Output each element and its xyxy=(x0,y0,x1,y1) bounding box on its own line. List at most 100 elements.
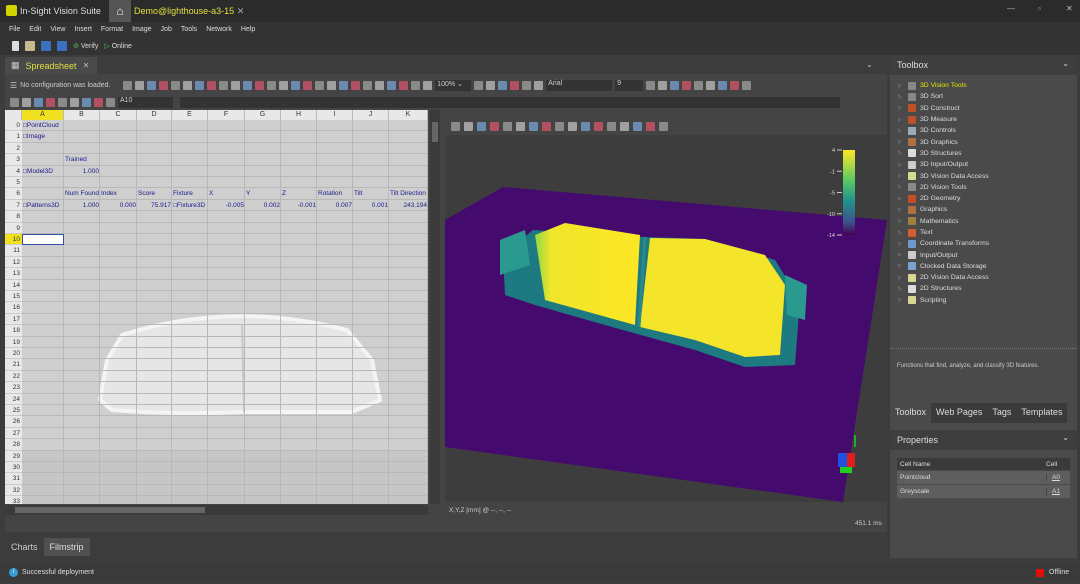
expand-icon[interactable]: ▷ xyxy=(898,162,904,168)
cell[interactable]: 0.007 xyxy=(317,200,353,211)
formula-input[interactable] xyxy=(180,97,840,108)
image-tool-icon[interactable] xyxy=(594,121,603,131)
format-tool-icon[interactable] xyxy=(522,81,532,90)
cell[interactable]: Tilt Direction xyxy=(389,188,428,199)
cell[interactable]: 1.000 xyxy=(64,166,100,177)
row-header[interactable]: 17 xyxy=(5,313,22,326)
expand-icon[interactable]: ▷ xyxy=(898,173,904,179)
edit-tool-icon[interactable] xyxy=(82,98,91,107)
row-header[interactable]: 29 xyxy=(5,450,22,462)
home-button[interactable]: ⌂ xyxy=(109,0,131,22)
save-as-icon[interactable] xyxy=(57,41,67,51)
row-header[interactable]: 24 xyxy=(5,393,22,405)
open-folder-icon[interactable] xyxy=(25,41,35,51)
cell[interactable]: 0.002 xyxy=(245,200,281,211)
image-tool-icon[interactable] xyxy=(529,121,538,131)
row-header[interactable]: 1 xyxy=(5,131,22,143)
style-tool-icon[interactable] xyxy=(706,81,716,90)
column-header-H[interactable]: H xyxy=(281,110,317,120)
toolbox-item[interactable]: ▷ 2D Geometry xyxy=(898,193,989,204)
column-header-D[interactable]: D xyxy=(137,110,172,120)
expand-icon[interactable]: ▷ xyxy=(898,83,904,89)
style-tool-icon[interactable] xyxy=(694,81,704,90)
expand-icon[interactable]: ▷ xyxy=(898,241,904,247)
minimize-button[interactable]: — xyxy=(1007,4,1015,13)
column-header-F[interactable]: F xyxy=(208,110,245,120)
toolbox-item[interactable]: ▷ Text xyxy=(898,227,989,238)
expand-icon[interactable]: ▷ xyxy=(898,207,904,213)
spreadsheet-tool-icon[interactable] xyxy=(159,81,169,90)
spreadsheet-tool-icon[interactable] xyxy=(315,81,325,90)
save-icon[interactable] xyxy=(41,41,51,51)
toolbox-item[interactable]: ▷ 3D Input/Output xyxy=(898,159,989,170)
spreadsheet-grid[interactable]: A B C D E F G H I J K 0 1 2 3 4 5 6 7 8 9 10 11 12 13 14 15 16 17 18 1… xyxy=(5,110,428,504)
image-tool-icon[interactable] xyxy=(659,121,668,131)
image-tool-icon[interactable] xyxy=(490,121,499,131)
column-header-B[interactable]: B xyxy=(64,110,100,120)
spreadsheet-tool-icon[interactable] xyxy=(339,81,349,90)
menu-file[interactable]: File xyxy=(9,26,20,33)
image-tool-icon[interactable] xyxy=(646,121,655,131)
spreadsheet-tool-icon[interactable] xyxy=(219,81,229,90)
tab-templates[interactable]: Templates xyxy=(1016,403,1068,423)
menu-network[interactable]: Network xyxy=(206,26,232,33)
cell[interactable]: 0.001 xyxy=(353,200,389,211)
cell-link[interactable]: A1 xyxy=(1046,488,1070,495)
cell[interactable]: -0.001 xyxy=(281,200,317,211)
style-tool-icon[interactable] xyxy=(742,81,752,90)
edit-tool-icon[interactable] xyxy=(10,98,19,107)
spreadsheet-tool-icon[interactable] xyxy=(195,81,205,90)
style-tool-icon[interactable] xyxy=(730,81,740,90)
menu-format[interactable]: Format xyxy=(101,26,123,33)
expand-icon[interactable]: ▷ xyxy=(898,297,904,303)
properties-row[interactable]: Greyscale A1 xyxy=(897,485,1070,498)
image-tool-icon[interactable] xyxy=(542,121,551,131)
tab-tags[interactable]: Tags xyxy=(987,403,1017,423)
toolbox-item[interactable]: ▷ 3D Vision Data Access xyxy=(898,170,989,181)
cell[interactable]: Y xyxy=(245,188,281,199)
cell[interactable]: 0.000 xyxy=(100,200,137,211)
expand-icon[interactable]: ▷ xyxy=(898,275,904,281)
image-tool-icon[interactable] xyxy=(620,121,629,131)
cell[interactable]: Fixture xyxy=(172,188,208,199)
row-header[interactable]: 15 xyxy=(5,291,22,303)
row-header[interactable]: 21 xyxy=(5,359,22,371)
column-header-J[interactable]: J xyxy=(353,110,389,120)
row-header[interactable]: 13 xyxy=(5,268,22,280)
spreadsheet-tool-icon[interactable] xyxy=(207,81,217,90)
expand-icon[interactable]: ▷ xyxy=(898,105,904,111)
row-header[interactable]: 19 xyxy=(5,336,22,348)
menu-view[interactable]: View xyxy=(50,26,65,33)
new-file-icon[interactable] xyxy=(12,41,19,51)
expand-icon[interactable]: ▷ xyxy=(898,196,904,202)
tab-web-pages[interactable]: Web Pages xyxy=(931,403,988,423)
cell[interactable]: -0.005 xyxy=(208,200,245,211)
3d-point-cloud-view[interactable]: 4 -1 -5 -10 -14 xyxy=(445,135,887,502)
column-header-A[interactable]: A xyxy=(22,110,64,120)
style-tool-icon[interactable] xyxy=(718,81,728,90)
menu-edit[interactable]: Edit xyxy=(29,26,41,33)
expand-icon[interactable]: ▷ xyxy=(898,218,904,224)
image-tool-icon[interactable] xyxy=(503,121,512,131)
spreadsheet-tool-icon[interactable] xyxy=(363,81,373,90)
cell[interactable]: Num Found xyxy=(64,188,100,199)
selected-cell[interactable] xyxy=(22,234,64,246)
row-header[interactable]: 0 xyxy=(5,120,22,132)
row-header[interactable]: 16 xyxy=(5,302,22,314)
edit-tool-icon[interactable] xyxy=(34,98,43,107)
row-header[interactable]: 20 xyxy=(5,348,22,360)
menu-insert[interactable]: Insert xyxy=(74,26,92,33)
cell[interactable]: Tilt xyxy=(353,188,389,199)
spreadsheet-tool-icon[interactable] xyxy=(267,81,277,90)
tab-charts[interactable]: Charts xyxy=(5,538,44,556)
spreadsheet-tool-icon[interactable] xyxy=(135,81,145,90)
image-tool-icon[interactable] xyxy=(516,121,525,131)
cell[interactable]: □Fixture3D xyxy=(172,200,208,211)
close-icon[interactable]: ✕ xyxy=(83,61,90,70)
spreadsheet-tool-icon[interactable] xyxy=(351,81,361,90)
row-header[interactable]: 26 xyxy=(5,416,22,428)
toolbox-item[interactable]: ▷ Clocked Data Storage xyxy=(898,261,989,272)
expand-icon[interactable]: ▷ xyxy=(898,117,904,123)
cell[interactable]: 1.000 xyxy=(64,200,100,211)
image-tool-icon[interactable] xyxy=(451,121,460,131)
